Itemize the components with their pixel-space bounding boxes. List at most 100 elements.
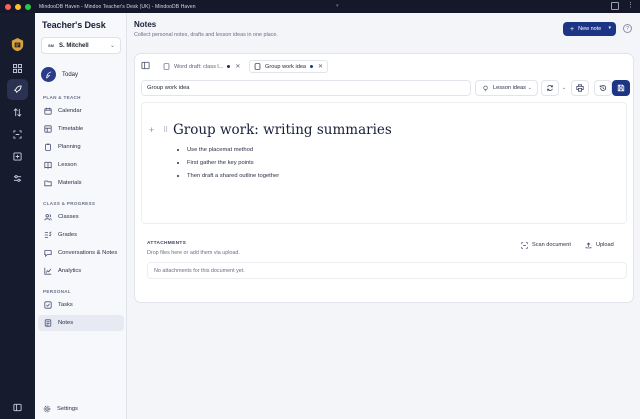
clipboard-icon [44, 143, 51, 151]
sidebar-item-classes[interactable]: Classes [38, 209, 124, 225]
book-icon [43, 161, 52, 169]
tabs-row: Word draft: class l... ✕ Group work idea… [135, 54, 633, 78]
arrows-updown-icon [13, 108, 22, 117]
chart-icon [43, 267, 51, 275]
close-tab-icon[interactable]: ✕ [235, 63, 240, 70]
zoom-window-button[interactable] [25, 3, 31, 10]
rail-sync[interactable] [7, 102, 28, 123]
rocket-icon [13, 85, 22, 94]
sidebar-item-timetable[interactable]: Timetable [38, 121, 124, 137]
import-icon [13, 152, 22, 161]
drag-handle-icon[interactable]: ⠿ [163, 126, 168, 134]
upload-icon [585, 242, 592, 248]
window-titlebar: MindooDB Haven - Mindoo Teacher's Desk (… [0, 0, 640, 13]
sidebar-toggle-icon[interactable] [141, 61, 150, 70]
sidebar-item-calendar[interactable]: Calendar [38, 103, 124, 119]
page-title: Notes [134, 20, 157, 29]
save-button[interactable] [612, 80, 630, 96]
tab-label: Word draft: class l... [174, 63, 224, 70]
panel-icon [13, 403, 22, 412]
unsaved-dot [310, 65, 314, 68]
sidebar-item-tasks[interactable]: Tasks [38, 297, 124, 313]
document-icon [254, 63, 261, 70]
settings-label: Settings [57, 406, 78, 412]
attachments-header: ATTACHMENTS [147, 241, 187, 246]
sidebar-item-settings[interactable]: Settings [43, 405, 78, 413]
note-title-field[interactable]: Group work idea [141, 80, 471, 96]
upload-label: Upload [596, 242, 614, 248]
section-personal: PERSONAL [43, 289, 71, 294]
unsaved-dot [227, 65, 231, 68]
rail-import[interactable] [7, 146, 28, 167]
attachments-dropzone[interactable]: No attachments for this document yet. [147, 262, 627, 279]
close-tab-icon[interactable]: ✕ [318, 63, 323, 70]
app-rail [0, 13, 35, 419]
today-label: Today [62, 71, 79, 78]
bullet-list: Use the placemat method First gather the… [177, 143, 279, 182]
user-switcher[interactable]: SM S. Mitchell ⌄ [41, 37, 121, 54]
upload-button[interactable]: Upload [585, 238, 614, 252]
list-item[interactable]: First gather the key points [177, 156, 279, 169]
sidebar-item-label: Tasks [58, 302, 73, 308]
add-block-icon[interactable]: + [149, 125, 154, 135]
check-icon [43, 301, 52, 309]
note-type-select[interactable]: Lesson ideas ⌄ [475, 80, 538, 96]
close-window-button[interactable] [5, 3, 11, 10]
help-icon[interactable]: ? [623, 24, 632, 33]
rail-teach[interactable] [7, 79, 28, 100]
print-button[interactable] [571, 80, 589, 96]
rail-dashboard[interactable] [7, 58, 28, 79]
history-button[interactable] [594, 80, 612, 96]
sidebar: Teacher's Desk SM S. Mitchell ⌄ Today PL… [35, 13, 127, 419]
chevron-down-icon[interactable]: ▾ [608, 25, 611, 31]
tab-group-work-idea[interactable]: Group work idea ✕ [249, 60, 329, 73]
document-heading[interactable]: Group work: writing summaries [173, 122, 392, 138]
list-item-text: Use the placemat method [187, 146, 254, 153]
sidebar-item-grades[interactable]: Grades [38, 227, 124, 243]
document-icon [163, 63, 170, 70]
grades-icon [44, 231, 52, 238]
list-item[interactable]: Then draft a shared outline together [177, 169, 279, 182]
sidebar-item-label: Conversations & Notes [58, 250, 118, 256]
scan-document-label: Scan document [532, 242, 571, 248]
new-note-button[interactable]: + New note ▾ [563, 22, 616, 36]
window-panel-icon[interactable] [611, 2, 619, 10]
scan-document-button[interactable]: Scan document [521, 238, 571, 252]
rail-scan[interactable] [7, 124, 28, 145]
chevron-down-icon: ⌄ [527, 85, 532, 91]
sidebar-item-materials[interactable]: Materials [38, 175, 124, 191]
window-controls [5, 3, 31, 10]
note-type-label: Lesson ideas [493, 85, 526, 91]
today-link[interactable]: Today [41, 67, 78, 82]
list-item[interactable]: Use the placemat method [177, 143, 279, 156]
sidebar-item-conversations[interactable]: Conversations & Notes [38, 245, 124, 261]
sidebar-item-notes[interactable]: Notes [38, 315, 124, 331]
sidebar-item-label: Planning [58, 144, 81, 150]
rail-settings[interactable] [7, 168, 28, 189]
tab-word-draft[interactable]: Word draft: class l... ✕ [159, 60, 244, 73]
rich-text-editor[interactable]: + ⠿ Group work: writing summaries Use th… [141, 102, 627, 224]
sync-options-icon[interactable]: ⌄ [562, 85, 566, 91]
main-content: Notes Collect personal notes, drafts and… [127, 13, 640, 419]
page-subtitle: Collect personal notes, drafts and lesso… [134, 32, 278, 38]
sidebar-item-analytics[interactable]: Analytics [38, 263, 124, 279]
sidebar-item-planning[interactable]: Planning [38, 139, 124, 155]
folder-icon [43, 180, 52, 187]
note-editor-card: Word draft: class l... ✕ Group work idea… [134, 53, 634, 303]
plus-icon: + [570, 25, 575, 33]
editor-toolbar: Group work idea Lesson ideas ⌄ ⌄ [135, 80, 633, 100]
grid-icon [13, 64, 22, 73]
more-menu-icon[interactable]: ⋮ [627, 2, 634, 10]
sidebar-item-label: Notes [58, 320, 74, 326]
sidebar-item-label: Analytics [58, 268, 82, 274]
attachments-hint: Drop files here or add them via upload. [147, 250, 240, 256]
sidebar-item-label: Timetable [58, 126, 84, 132]
sync-button[interactable] [541, 80, 559, 96]
user-initials: SM [48, 43, 54, 48]
minimize-window-button[interactable] [15, 3, 21, 10]
drag-handle-icon: ▾ [336, 3, 339, 9]
sidebar-item-label: Grades [58, 232, 78, 238]
rail-toggle-panel[interactable] [7, 397, 28, 418]
sidebar-item-lesson[interactable]: Lesson [38, 157, 124, 173]
chat-icon [43, 250, 52, 257]
